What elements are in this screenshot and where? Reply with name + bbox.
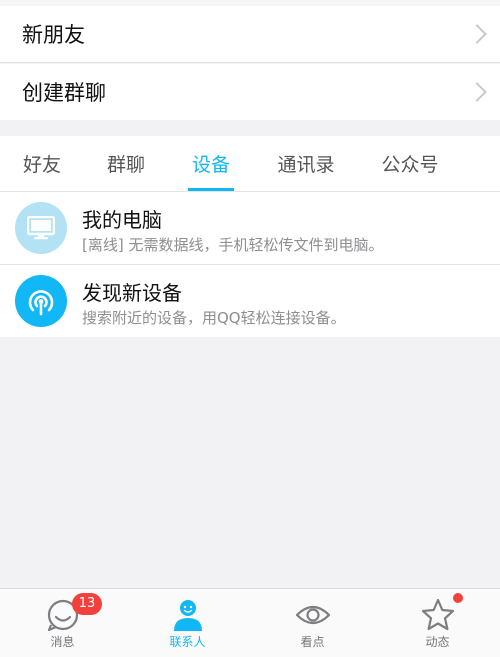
eye-icon (295, 605, 330, 625)
tab-label: 设备 (191, 154, 230, 176)
tab-groups[interactable]: 群聊 (84, 136, 168, 191)
bottom-navigation: 13 消息 联系人 看点 动态 (0, 588, 500, 657)
nav-label: 联系人 (169, 635, 206, 649)
radar-icon (15, 275, 67, 327)
nav-label: 消息 (50, 635, 75, 649)
nav-label: 看点 (300, 635, 325, 649)
create-group-row[interactable]: 创建群聊 (0, 64, 500, 120)
tab-address-book[interactable]: 通讯录 (254, 136, 358, 191)
device-subtitle: 搜索附近的设备，用QQ轻松连接设备。 (82, 309, 346, 327)
contacts-tab-bar: 好友 群聊 设备 通讯录 公众号 (0, 136, 500, 192)
tab-label: 通讯录 (277, 154, 335, 176)
new-friends-label: 新朋友 (22, 23, 85, 47)
contacts-person-icon (173, 600, 202, 631)
my-computer-row[interactable]: 我的电脑 [离线] 无需数据线，手机轻松传文件到电脑。 (0, 192, 500, 264)
unread-badge: 13 (72, 593, 102, 615)
empty-content-area (0, 337, 500, 588)
tab-friends[interactable]: 好友 (0, 136, 84, 191)
nav-label: 动态 (425, 635, 450, 649)
tab-label: 好友 (22, 154, 61, 176)
device-title: 发现新设备 (82, 281, 182, 305)
tab-devices[interactable]: 设备 (168, 136, 254, 191)
nav-feed[interactable]: 动态 (375, 589, 500, 657)
new-friends-row[interactable]: 新朋友 (0, 6, 500, 62)
notification-dot (453, 593, 463, 603)
nav-contacts[interactable]: 联系人 (125, 589, 250, 657)
tab-label: 公众号 (381, 154, 439, 176)
create-group-label: 创建群聊 (22, 81, 106, 105)
tab-label: 群聊 (106, 154, 145, 176)
active-tab-indicator (188, 188, 234, 191)
tab-official-accounts[interactable]: 公众号 (358, 136, 462, 191)
device-subtitle: [离线] 无需数据线，手机轻松传文件到电脑。 (82, 236, 384, 254)
star-icon (421, 598, 454, 631)
discover-device-row[interactable]: 发现新设备 搜索附近的设备，用QQ轻松连接设备。 (0, 265, 500, 337)
divider (0, 62, 500, 63)
nav-watch[interactable]: 看点 (250, 589, 375, 657)
monitor-icon (15, 202, 67, 254)
nav-messages[interactable]: 13 消息 (0, 589, 125, 657)
device-title: 我的电脑 (82, 208, 162, 232)
